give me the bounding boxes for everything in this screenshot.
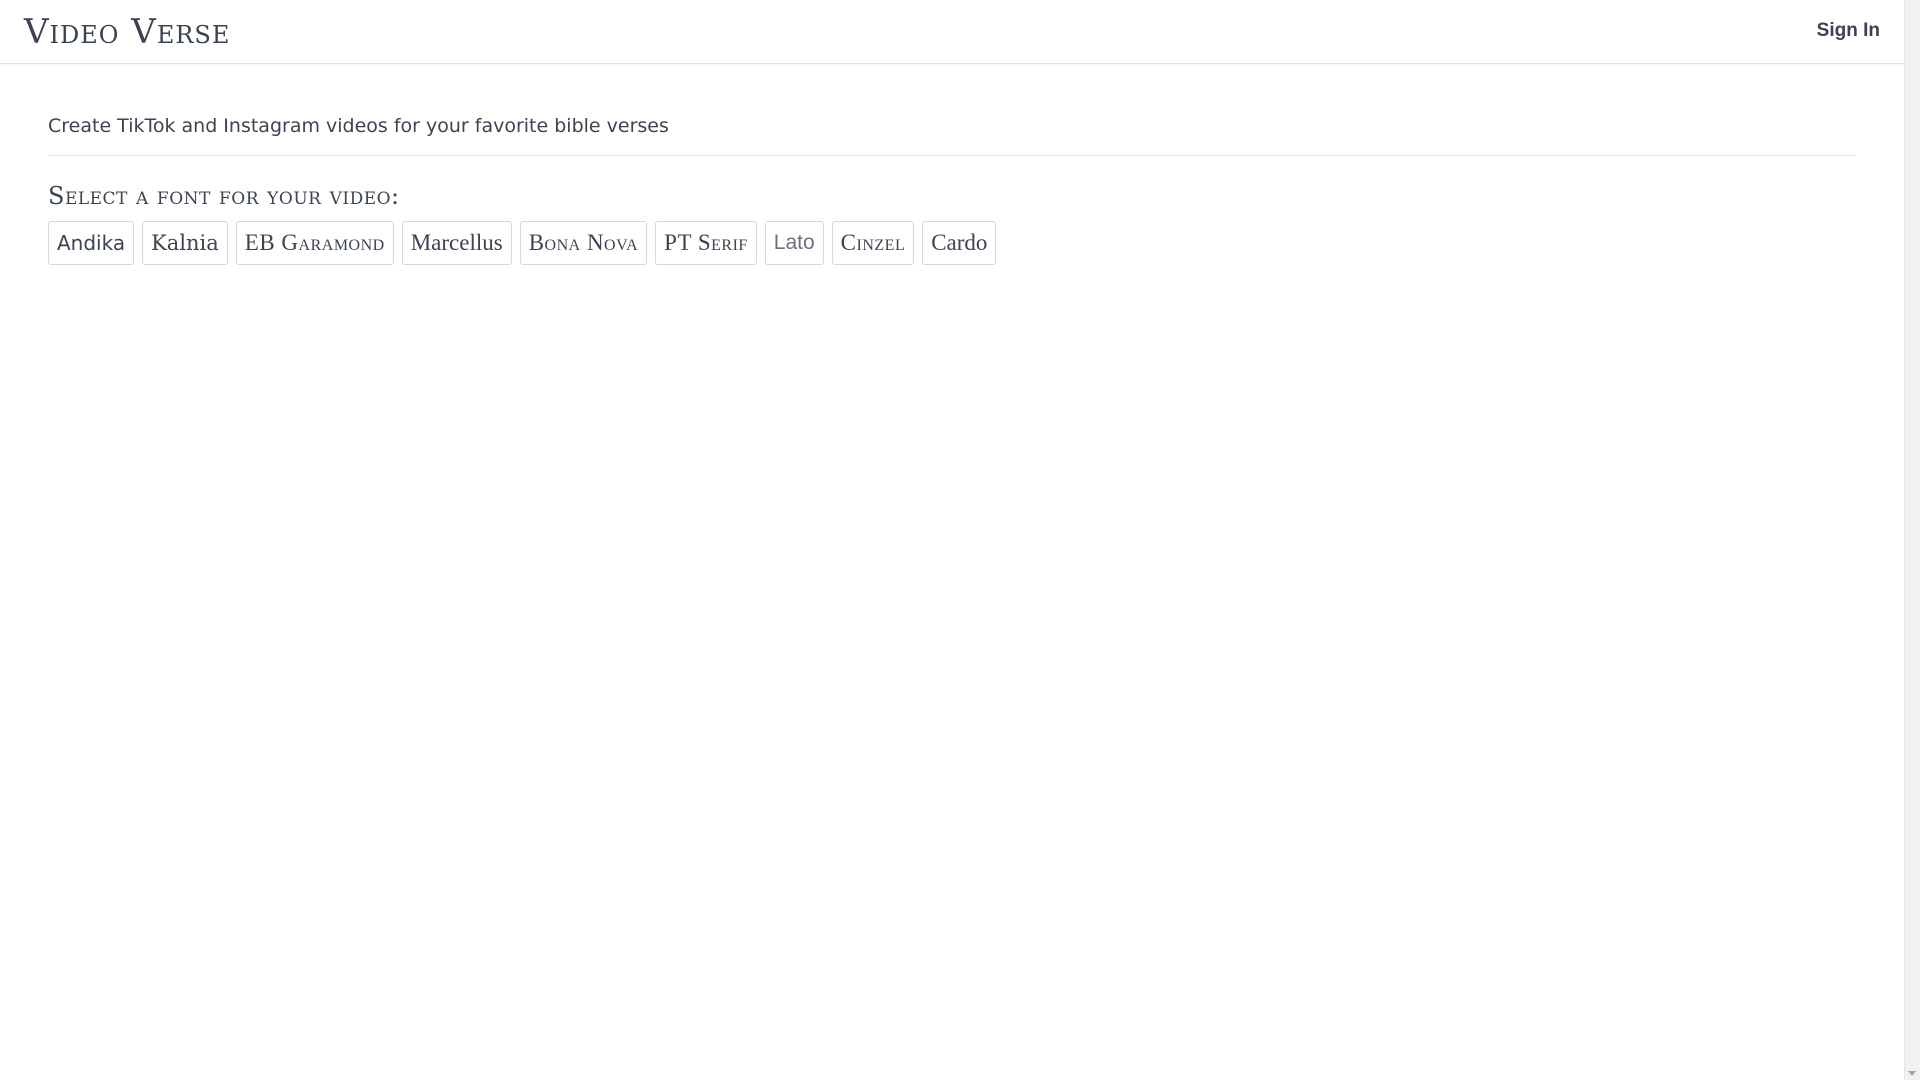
font-option-pt-serif[interactable]: PT Serif	[655, 221, 757, 265]
sign-in-link[interactable]: Sign In	[1817, 19, 1880, 43]
page: Video Verse Sign In Create TikTok and In…	[0, 0, 1920, 1080]
tagline: Create TikTok and Instagram videos for y…	[48, 112, 1856, 156]
brand-logo[interactable]: Video Verse	[24, 12, 230, 52]
font-option-marcellus[interactable]: Marcellus	[401, 221, 512, 265]
vertical-scrollbar[interactable]	[1904, 0, 1920, 1080]
font-option-bona-nova[interactable]: Bona Nova	[519, 221, 648, 265]
font-option-kalnia[interactable]: Kalnia	[142, 221, 228, 265]
font-option-eb-garamond[interactable]: EB Garamond	[235, 221, 394, 265]
font-option-andika[interactable]: Andika	[48, 221, 135, 265]
main-content: Create TikTok and Instagram videos for y…	[48, 112, 1856, 265]
font-options: Andika Kalnia EB Garamond Marcellus Bona…	[48, 221, 1856, 265]
font-option-cardo[interactable]: Cardo	[922, 221, 997, 265]
font-option-cinzel[interactable]: Cinzel	[831, 221, 915, 265]
chevron-down-icon[interactable]	[1908, 1071, 1916, 1076]
top-navbar: Video Verse Sign In	[0, 0, 1904, 64]
font-option-lato[interactable]: Lato	[764, 221, 824, 265]
font-section-heading: Select a font for your video:	[48, 182, 400, 210]
